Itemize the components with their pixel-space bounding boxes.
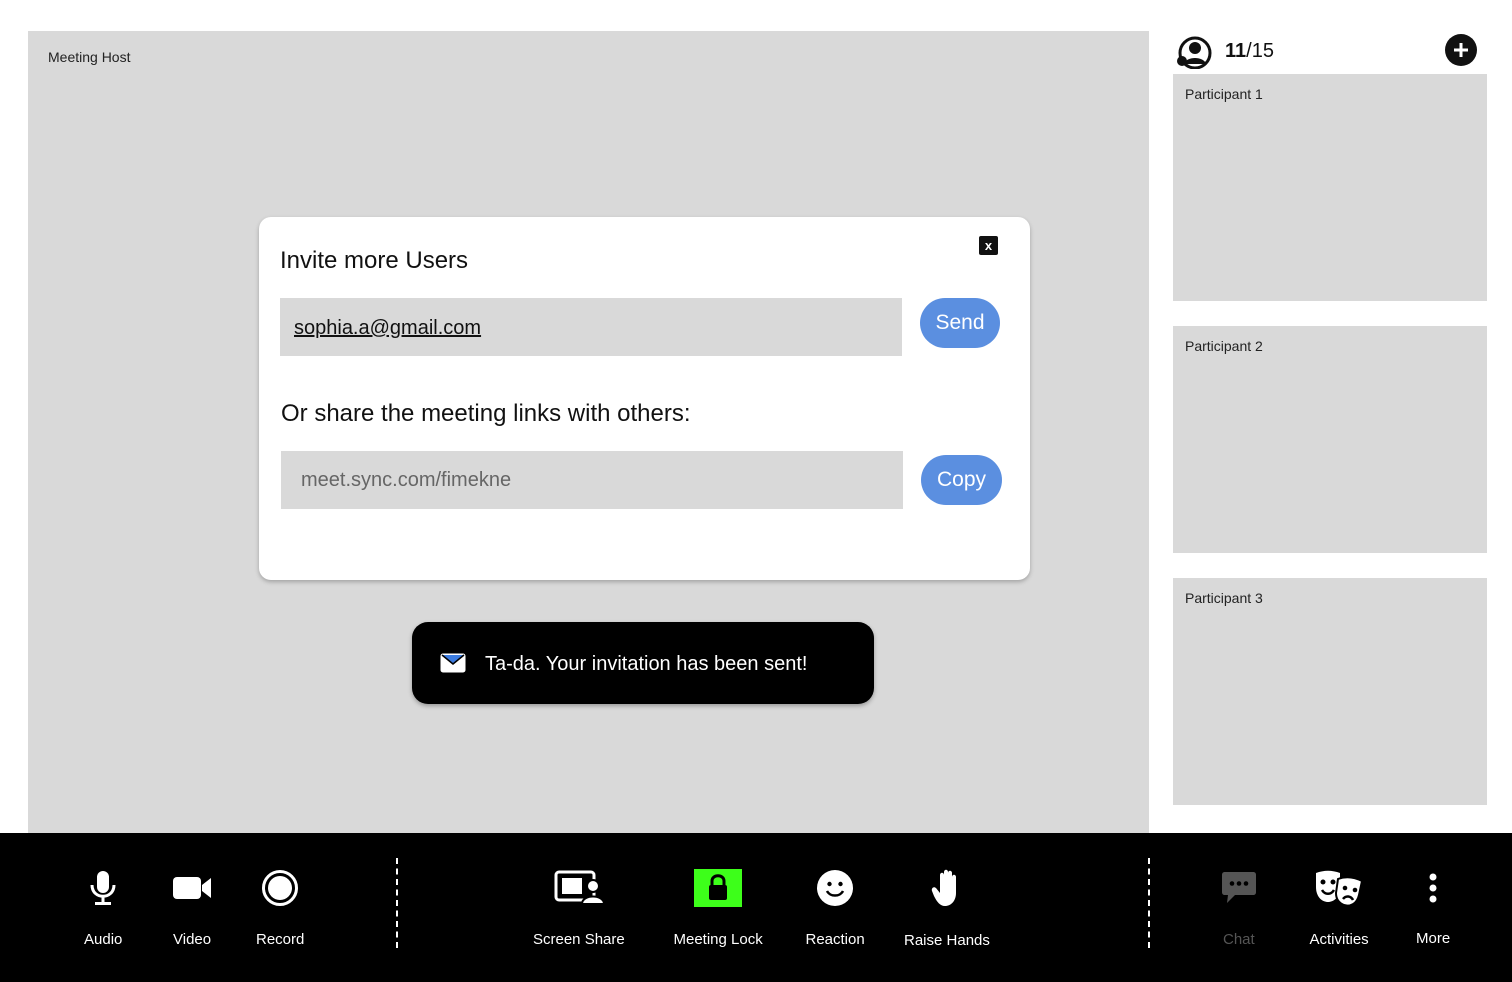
chat-button[interactable]: Chat bbox=[1214, 833, 1264, 982]
email-value: sophia.a@gmail.com bbox=[294, 317, 482, 339]
close-button[interactable]: x bbox=[979, 236, 998, 255]
record-button[interactable]: Record bbox=[255, 833, 305, 982]
invitation-sent-toast: Ta-da. Your invitation has been sent! bbox=[412, 622, 874, 704]
meeting-link-value: meet.sync.com/fimekne bbox=[301, 469, 512, 491]
participant-count-total: /15 bbox=[1246, 40, 1274, 62]
screen-share-button[interactable]: Screen Share bbox=[533, 833, 625, 982]
plus-icon bbox=[1454, 43, 1468, 57]
meeting-lock-button[interactable]: Meeting Lock bbox=[674, 833, 763, 982]
raise-hand-button[interactable]: Raise Hands bbox=[904, 833, 990, 982]
participant-label: Participant 2 bbox=[1185, 338, 1263, 354]
participant-label: Participant 3 bbox=[1185, 590, 1263, 606]
add-participant-button[interactable] bbox=[1445, 34, 1477, 66]
toast-message: Ta-da. Your invitation has been sent! bbox=[485, 653, 808, 675]
smiley-icon bbox=[810, 863, 860, 913]
participant-count-current: 11 bbox=[1225, 40, 1247, 62]
chat-bubble-icon bbox=[1214, 863, 1264, 913]
activities-button[interactable]: Activities bbox=[1310, 833, 1369, 982]
copy-button[interactable]: Copy bbox=[921, 455, 1002, 505]
meeting-link-field[interactable]: meet.sync.com/fimekne bbox=[281, 451, 903, 509]
reaction-label: Reaction bbox=[805, 931, 865, 948]
video-button[interactable]: Video bbox=[167, 833, 217, 982]
participant-tile[interactable]: Participant 1 bbox=[1173, 74, 1487, 301]
microphone-icon bbox=[78, 863, 128, 913]
lock-icon bbox=[693, 863, 743, 913]
meeting-lock-label: Meeting Lock bbox=[673, 931, 763, 948]
toolbar-divider bbox=[1148, 858, 1150, 948]
audio-button[interactable]: Audio bbox=[78, 833, 128, 982]
record-icon bbox=[255, 863, 305, 913]
participant-label: Participant 1 bbox=[1185, 86, 1263, 102]
hand-icon bbox=[922, 863, 972, 913]
participant-count: 11/15 bbox=[1225, 40, 1274, 63]
host-label: Meeting Host bbox=[48, 49, 131, 65]
raise-hands-label: Raise Hands bbox=[904, 932, 990, 949]
participants-icon bbox=[1177, 36, 1212, 69]
theater-masks-icon bbox=[1314, 863, 1364, 913]
participants-header: 11/15 bbox=[1173, 31, 1487, 71]
more-vertical-icon bbox=[1408, 863, 1458, 913]
more-label: More bbox=[1416, 930, 1451, 947]
reaction-button[interactable]: Reaction bbox=[806, 833, 865, 982]
envelope-icon bbox=[440, 653, 466, 673]
record-label: Record bbox=[256, 931, 305, 948]
share-instructions: Or share the meeting links with others: bbox=[281, 400, 691, 427]
modal-title: Invite more Users bbox=[280, 247, 469, 274]
participant-tile[interactable]: Participant 3 bbox=[1173, 578, 1487, 805]
participant-tile[interactable]: Participant 2 bbox=[1173, 326, 1487, 553]
meeting-toolbar: Audio Video Record Screen Share Meeting … bbox=[0, 833, 1512, 982]
audio-label: Audio bbox=[84, 931, 123, 948]
email-field[interactable]: sophia.a@gmail.com bbox=[280, 298, 902, 356]
send-button[interactable]: Send bbox=[920, 298, 1000, 348]
video-camera-icon bbox=[167, 863, 217, 913]
activities-label: Activities bbox=[1309, 931, 1369, 948]
invite-modal: Invite more Users x sophia.a@gmail.com S… bbox=[259, 217, 1030, 580]
screen-share-label: Screen Share bbox=[533, 931, 625, 948]
more-button[interactable]: More bbox=[1408, 833, 1458, 982]
screen-share-icon bbox=[554, 863, 604, 913]
toolbar-divider bbox=[396, 858, 398, 948]
video-label: Video bbox=[173, 931, 212, 948]
chat-label: Chat bbox=[1223, 931, 1255, 948]
